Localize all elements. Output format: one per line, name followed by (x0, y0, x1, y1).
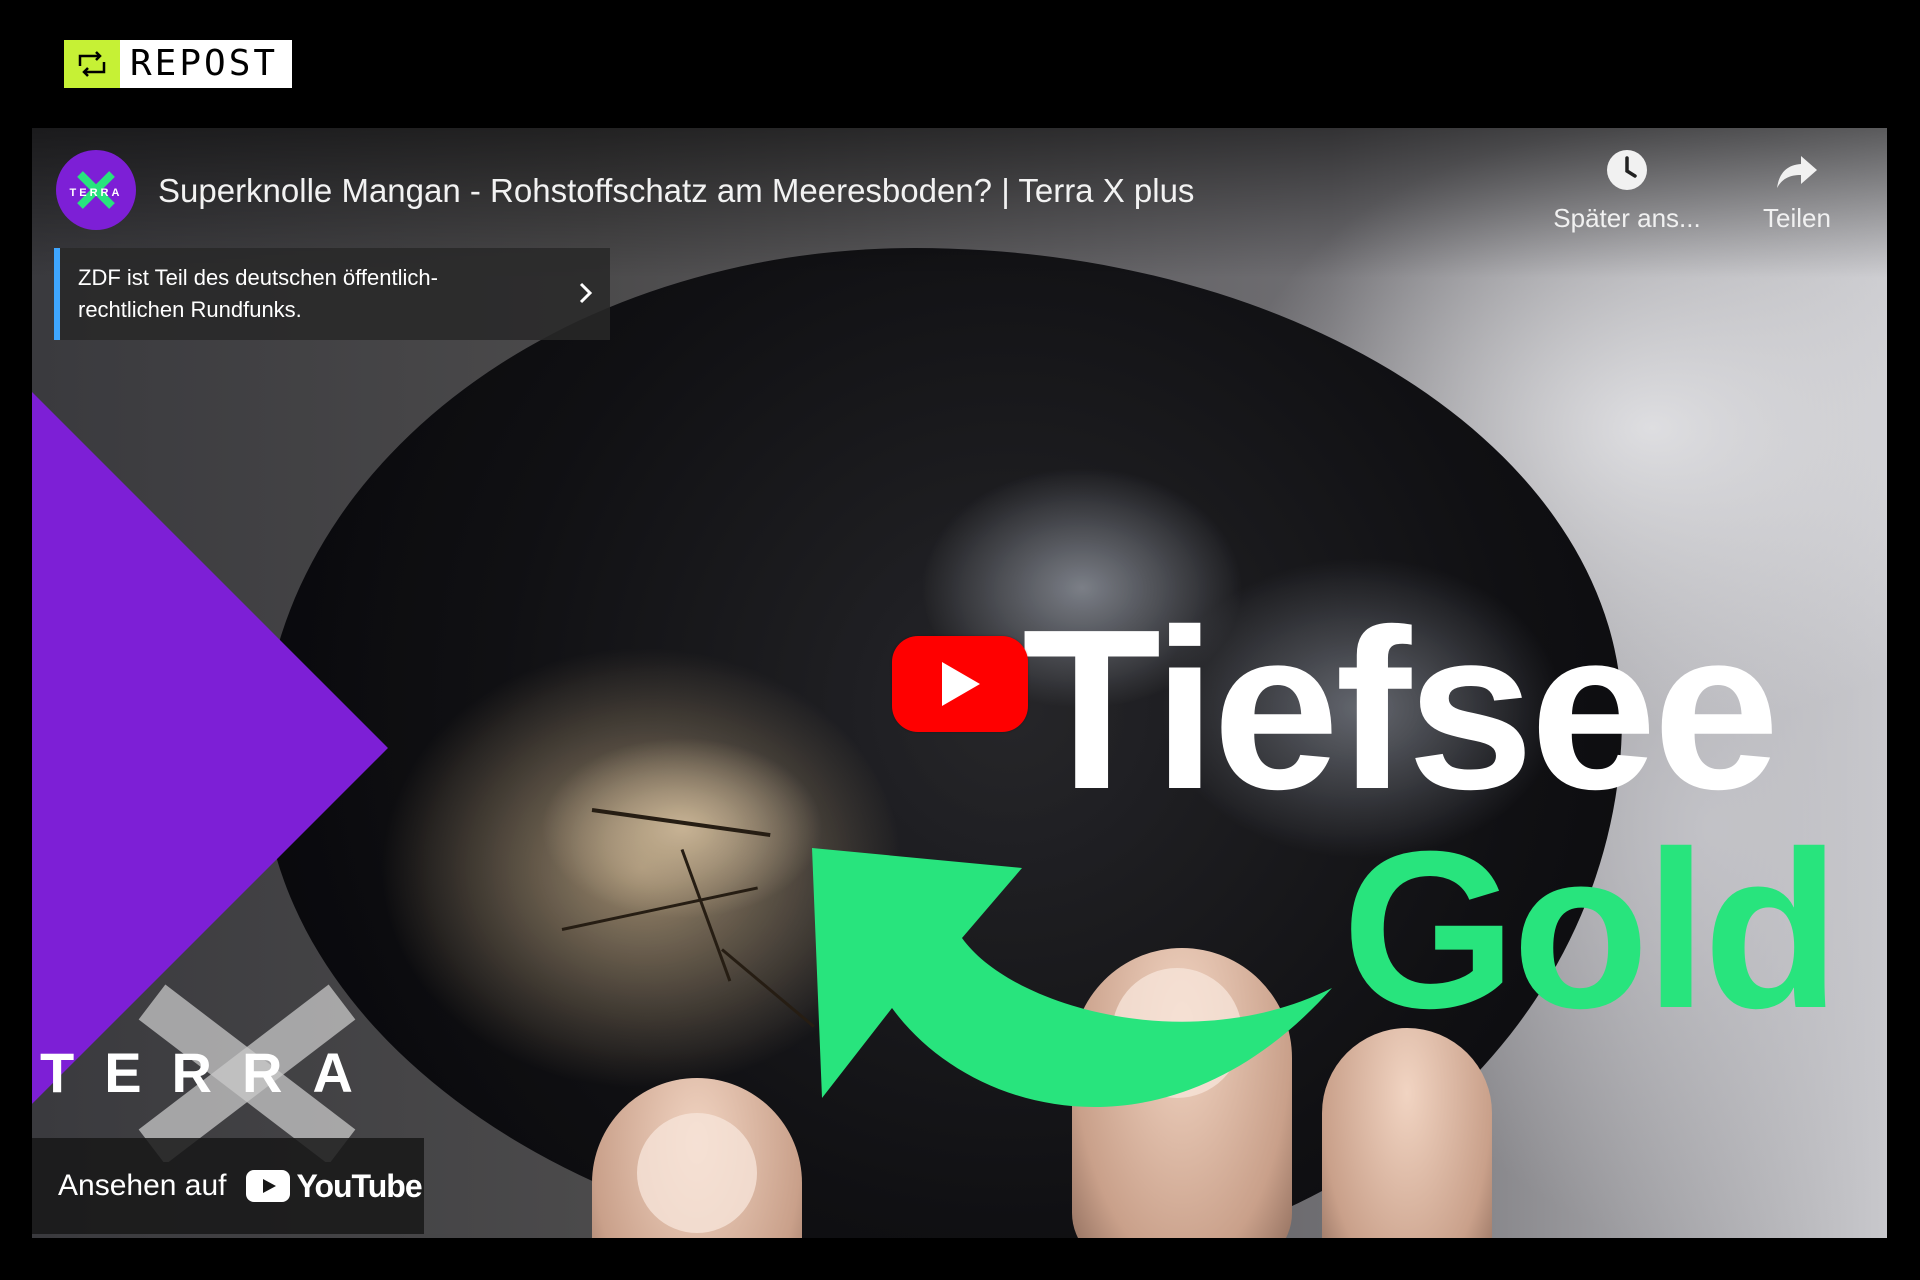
thumbnail-brand-text: TERRA (40, 1041, 383, 1104)
info-panel[interactable]: ZDF ist Teil des deutschen öffentlich-re… (54, 248, 610, 340)
repost-label: REPOST (130, 43, 279, 84)
youtube-logo: YouTube (246, 1167, 423, 1205)
watch-later-label: Später ans... (1553, 203, 1701, 233)
thumbnail-headline-word2: Gold (1342, 805, 1840, 1055)
watch-on-youtube-button[interactable]: Ansehen auf YouTube (32, 1138, 424, 1234)
video-player[interactable]: TERRA Superknolle Mangan - Rohstoffschat… (32, 128, 1887, 1238)
youtube-play-icon (246, 1170, 291, 1202)
clock-icon (1607, 150, 1647, 190)
share-button[interactable]: Teilen (1717, 148, 1877, 234)
video-title[interactable]: Superknolle Mangan - Rohstoffschatz am M… (158, 172, 1194, 210)
chevron-right-icon (579, 282, 593, 304)
thumbnail-finger (1322, 1028, 1492, 1238)
info-panel-text: ZDF ist Teil des deutschen öffentlich-re… (78, 265, 438, 322)
terra-x-icon: TERRA (70, 171, 123, 209)
play-button[interactable] (892, 636, 1028, 732)
channel-avatar[interactable]: TERRA (56, 150, 136, 230)
watch-on-label: Ansehen auf (58, 1169, 227, 1202)
watch-later-button[interactable]: Später ans... (1547, 148, 1707, 234)
thumbnail-headline-word1: Tiefsee (1022, 583, 1780, 837)
thumbnail-fingernail (637, 1113, 757, 1233)
youtube-wordmark: YouTube (296, 1167, 422, 1204)
repost-badge[interactable]: REPOST (64, 40, 293, 88)
thumbnail-green-arrow (812, 848, 1332, 1108)
channel-avatar-text: TERRA (70, 187, 123, 199)
share-arrow-icon (1777, 156, 1817, 188)
share-label: Teilen (1763, 203, 1831, 233)
thumbnail-terra-x-logo: TERRA (32, 984, 432, 1162)
play-icon (942, 662, 980, 706)
repost-icon (64, 40, 120, 88)
